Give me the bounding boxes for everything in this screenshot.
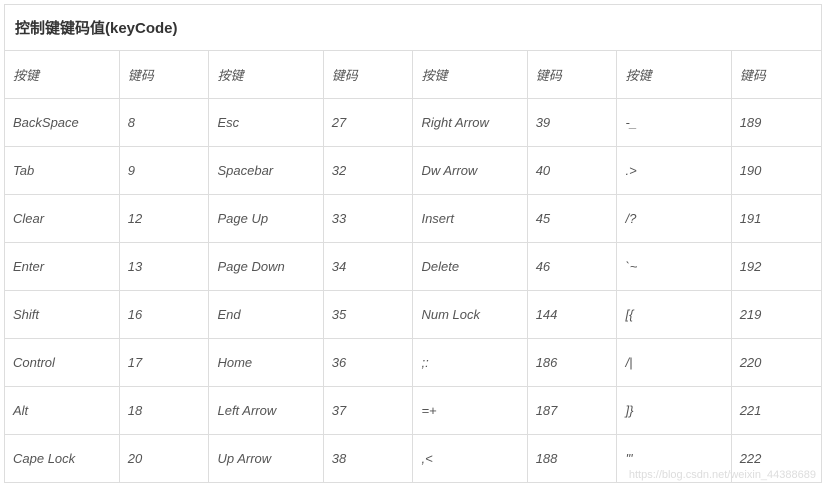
table-cell: Esc (209, 99, 323, 147)
table-cell: ,< (413, 435, 527, 483)
table-cell: ;: (413, 339, 527, 387)
table-cell: Up Arrow (209, 435, 323, 483)
table-cell: Tab (5, 147, 119, 195)
table-cell: End (209, 291, 323, 339)
table-cell: 39 (527, 99, 617, 147)
table-row: Tab9Spacebar32Dw Arrow40.>190 (5, 147, 821, 195)
table-title: 控制键键码值(keyCode) (5, 5, 821, 51)
table-row: Shift16End35Num Lock144[{219 (5, 291, 821, 339)
header-cell: 键码 (119, 51, 209, 99)
table-cell: 192 (731, 243, 821, 291)
table-cell: 32 (323, 147, 413, 195)
table-cell: 221 (731, 387, 821, 435)
table-cell: Right Arrow (413, 99, 527, 147)
table-cell: 186 (527, 339, 617, 387)
table-cell: 16 (119, 291, 209, 339)
table-cell: Left Arrow (209, 387, 323, 435)
table-cell: 189 (731, 99, 821, 147)
table-cell: Delete (413, 243, 527, 291)
table-cell: 219 (731, 291, 821, 339)
table-cell: Alt (5, 387, 119, 435)
table-cell: Dw Arrow (413, 147, 527, 195)
table-cell: -_ (617, 99, 731, 147)
table-cell: Page Up (209, 195, 323, 243)
table-cell: 18 (119, 387, 209, 435)
table-cell: Spacebar (209, 147, 323, 195)
header-cell: 键码 (731, 51, 821, 99)
table-cell: .> (617, 147, 731, 195)
table-cell: 8 (119, 99, 209, 147)
table-cell: 13 (119, 243, 209, 291)
table-cell: [{ (617, 291, 731, 339)
table-body: BackSpace8Esc27Right Arrow39-_189Tab9Spa… (5, 99, 821, 483)
table-cell: BackSpace (5, 99, 119, 147)
table-cell: 27 (323, 99, 413, 147)
header-cell: 按键 (617, 51, 731, 99)
table-cell: 17 (119, 339, 209, 387)
table-cell: 45 (527, 195, 617, 243)
table-cell: ]} (617, 387, 731, 435)
watermark: https://blog.csdn.net/weixin_44388689 (629, 469, 816, 481)
table-cell: 220 (731, 339, 821, 387)
table-cell: Insert (413, 195, 527, 243)
table-cell: =+ (413, 387, 527, 435)
table-cell: Clear (5, 195, 119, 243)
keycode-table-container: 控制键键码值(keyCode) 按键 键码 按键 键码 按键 键码 按键 键码 … (4, 4, 822, 483)
table-cell: 40 (527, 147, 617, 195)
table-cell: 35 (323, 291, 413, 339)
table-cell: 33 (323, 195, 413, 243)
header-cell: 键码 (527, 51, 617, 99)
table-cell: 144 (527, 291, 617, 339)
table-cell: /| (617, 339, 731, 387)
table-cell: Num Lock (413, 291, 527, 339)
table-cell: 9 (119, 147, 209, 195)
table-row: BackSpace8Esc27Right Arrow39-_189 (5, 99, 821, 147)
keycode-table: 按键 键码 按键 键码 按键 键码 按键 键码 BackSpace8Esc27R… (5, 51, 821, 482)
table-cell: 188 (527, 435, 617, 483)
header-cell: 按键 (413, 51, 527, 99)
table-cell: 12 (119, 195, 209, 243)
table-cell: 34 (323, 243, 413, 291)
table-cell: 190 (731, 147, 821, 195)
table-cell: 38 (323, 435, 413, 483)
table-row: Control17Home36;:186/|220 (5, 339, 821, 387)
table-cell: 37 (323, 387, 413, 435)
table-cell: Enter (5, 243, 119, 291)
table-cell: 46 (527, 243, 617, 291)
table-cell: Cape Lock (5, 435, 119, 483)
header-cell: 按键 (209, 51, 323, 99)
table-cell: /? (617, 195, 731, 243)
table-cell: Control (5, 339, 119, 387)
header-cell: 键码 (323, 51, 413, 99)
table-cell: 20 (119, 435, 209, 483)
table-cell: Home (209, 339, 323, 387)
table-cell: 187 (527, 387, 617, 435)
table-cell: Shift (5, 291, 119, 339)
table-row: Alt18Left Arrow37=+187]}221 (5, 387, 821, 435)
table-cell: `~ (617, 243, 731, 291)
table-row: Clear12Page Up33Insert45/?191 (5, 195, 821, 243)
header-row: 按键 键码 按键 键码 按键 键码 按键 键码 (5, 51, 821, 99)
table-cell: Page Down (209, 243, 323, 291)
header-cell: 按键 (5, 51, 119, 99)
table-cell: 36 (323, 339, 413, 387)
table-cell: 191 (731, 195, 821, 243)
table-row: Enter13Page Down34Delete46`~192 (5, 243, 821, 291)
